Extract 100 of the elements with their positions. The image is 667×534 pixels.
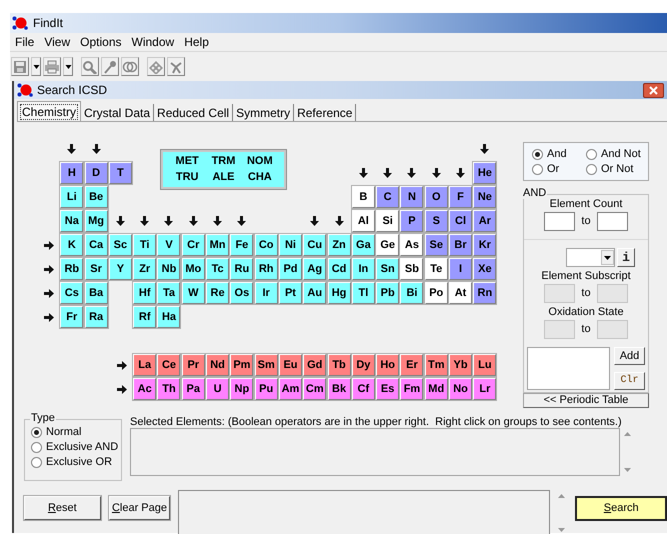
element-tile[interactable]: Cs	[60, 282, 84, 304]
tab[interactable]: Symmetry	[233, 104, 294, 121]
tab[interactable]: Reference	[294, 104, 356, 121]
tab[interactable]: Reduced Cell	[154, 104, 234, 121]
element-tile[interactable]: Po	[424, 282, 448, 304]
element-tile[interactable]: Ac	[133, 378, 156, 400]
element-tile[interactable]: C	[376, 186, 400, 208]
search-button[interactable]: Search	[575, 496, 667, 521]
radio-option[interactable]: Normal	[31, 426, 121, 439]
element-tile[interactable]: Pt	[278, 282, 302, 304]
element-tile[interactable]: Th	[157, 378, 180, 400]
menu-item[interactable]: File	[10, 33, 40, 51]
element-tile[interactable]: Hg	[328, 282, 351, 304]
right-arrow-button[interactable]	[116, 384, 127, 394]
input-field[interactable]	[544, 212, 576, 231]
element-tile[interactable]: Be	[84, 186, 108, 208]
element-tile[interactable]: Tm	[424, 354, 448, 376]
element-tile[interactable]: Er	[400, 354, 424, 376]
element-tile[interactable]: F	[449, 186, 472, 208]
toolbar-button[interactable]	[101, 57, 119, 76]
down-arrow-button[interactable]	[237, 216, 246, 226]
down-arrow-button[interactable]	[188, 216, 198, 226]
element-tile[interactable]: Pb	[376, 282, 400, 304]
dropdown-button[interactable]	[31, 57, 41, 76]
radio-option[interactable]: And Not	[586, 148, 640, 160]
down-arrow-button[interactable]	[310, 216, 320, 226]
element-tile[interactable]: Mo	[182, 258, 205, 280]
element-tile[interactable]: Rf	[133, 306, 156, 328]
menu-item[interactable]: Help	[179, 33, 214, 51]
element-tile[interactable]: Li	[60, 186, 84, 208]
element-tile[interactable]: Te	[424, 258, 448, 280]
right-arrow-button[interactable]	[44, 240, 54, 250]
element-tile[interactable]: S	[424, 210, 448, 232]
element-tile[interactable]: Ir	[254, 282, 278, 304]
element-tile[interactable]: Tl	[352, 282, 375, 304]
down-arrow-button[interactable]	[432, 168, 441, 178]
right-arrow-button[interactable]	[44, 264, 54, 274]
group-button[interactable]: NOM	[246, 154, 273, 168]
element-tile[interactable]: No	[449, 378, 472, 400]
element-tile[interactable]: He	[473, 162, 496, 184]
element-tile[interactable]: Ar	[473, 210, 496, 232]
element-tile[interactable]: V	[157, 234, 180, 256]
element-tile[interactable]: Pa	[182, 378, 205, 400]
element-tile[interactable]: Pm	[230, 354, 254, 376]
element-tile[interactable]: H	[60, 162, 84, 184]
element-tile[interactable]: Zr	[133, 258, 156, 280]
element-tile[interactable]: Ni	[278, 234, 302, 256]
reset-button[interactable]: Reset	[24, 496, 101, 520]
element-tile[interactable]: T	[108, 162, 132, 184]
down-arrow-button[interactable]	[116, 216, 125, 226]
element-tile[interactable]: Cf	[352, 378, 375, 400]
element-tile[interactable]: Sr	[84, 258, 108, 280]
element-tile[interactable]: N	[400, 186, 424, 208]
element-tile[interactable]: Br	[449, 234, 472, 256]
down-arrow-button[interactable]	[92, 144, 101, 154]
toolbar-button[interactable]	[81, 57, 99, 76]
menu-item[interactable]: Window	[126, 33, 180, 51]
element-tile[interactable]: Re	[206, 282, 230, 304]
down-arrow-button[interactable]	[480, 144, 490, 154]
element-tile[interactable]: Lr	[473, 378, 496, 400]
element-tile[interactable]: Cl	[449, 210, 472, 232]
element-tile[interactable]: Ta	[157, 282, 180, 304]
element-tile[interactable]: Rh	[254, 258, 278, 280]
element-tile[interactable]: Ho	[376, 354, 400, 376]
element-tile[interactable]: Tb	[328, 354, 351, 376]
element-tile[interactable]: Os	[230, 282, 254, 304]
element-tile[interactable]: Ge	[376, 234, 400, 256]
radio-option[interactable]: And	[532, 148, 586, 160]
group-button[interactable]: ALE	[212, 171, 234, 184]
down-arrow-button[interactable]	[358, 168, 368, 178]
down-arrow-button[interactable]	[67, 144, 76, 154]
element-tile[interactable]: Fm	[400, 378, 424, 400]
add-button[interactable]: Add	[614, 347, 645, 365]
element-tile[interactable]: Md	[424, 378, 448, 400]
element-tile[interactable]: K	[60, 234, 84, 256]
element-tile[interactable]: Sn	[376, 258, 400, 280]
input-field[interactable]	[596, 212, 628, 231]
element-tile[interactable]: Sm	[254, 354, 278, 376]
element-tile[interactable]: Eu	[278, 354, 302, 376]
element-tile[interactable]: Si	[376, 210, 400, 232]
element-tile[interactable]: Rb	[60, 258, 84, 280]
toolbar-button[interactable]	[121, 57, 139, 76]
element-tile[interactable]: Bk	[328, 378, 351, 400]
element-tile[interactable]: Pr	[182, 354, 205, 376]
dropdown-button[interactable]	[63, 57, 73, 76]
clear-page-button[interactable]: Clear Page	[108, 496, 170, 520]
element-tile[interactable]: Ga	[352, 234, 375, 256]
element-tile[interactable]: Nd	[206, 354, 230, 376]
down-arrow-button[interactable]	[456, 168, 466, 178]
element-tile[interactable]: Se	[424, 234, 448, 256]
notes-box[interactable]	[527, 347, 610, 390]
clear-button[interactable]: Clr	[614, 372, 645, 390]
element-tile[interactable]: O	[424, 186, 448, 208]
element-tile[interactable]: Mn	[206, 234, 230, 256]
element-tile[interactable]: Xe	[473, 258, 496, 280]
element-tile[interactable]: Al	[352, 210, 375, 232]
down-arrow-button[interactable]	[213, 216, 222, 226]
down-arrow-button[interactable]	[407, 168, 416, 178]
element-tile[interactable]: At	[449, 282, 472, 304]
element-tile[interactable]: Lu	[473, 354, 496, 376]
